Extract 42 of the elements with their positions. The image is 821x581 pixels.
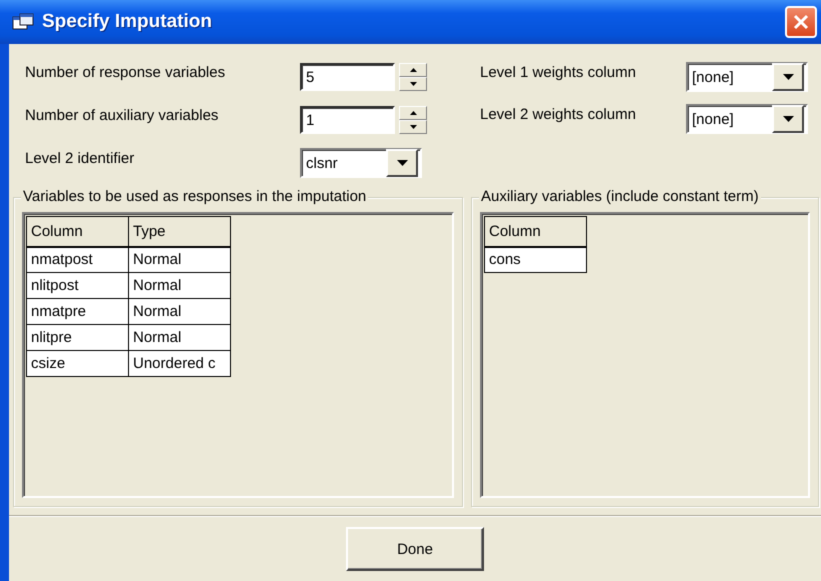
spin-down-button[interactable] [399,77,427,91]
spin-up-button[interactable] [399,63,427,77]
column-header[interactable]: Column [26,216,128,246]
table-cell: csize [26,350,128,376]
table-cell: nlitpost [26,272,128,298]
column-header[interactable]: Type [128,216,230,246]
field-label: Level 2 identifier [25,149,136,167]
table-cell: nmatpre [26,298,128,324]
done-button[interactable]: Done [346,527,484,571]
table-cell: Normal [128,298,230,324]
table-cell: nlitpre [26,324,128,350]
spin-down-button[interactable] [399,120,427,134]
field-label: Level 1 weights column [480,63,637,81]
close-button[interactable] [785,6,817,38]
table-cell: Unordered c [128,350,230,376]
spin-up-button[interactable] [399,106,427,120]
table-cell: nmatpost [26,246,128,272]
dropdown-arrow-icon [782,74,794,80]
table-cell: Normal [128,324,230,350]
group-title: Variables to be used as responses in the imputation [21,188,368,205]
table-cell: cons [484,246,586,272]
group-title: Auxiliary variables (include constant term) [479,188,761,205]
number-field[interactable]: 1 [300,106,395,134]
field-label: Number of auxiliary variables [25,106,220,124]
window-icon [12,13,34,31]
spin-arrow-icon [410,125,416,129]
column-header[interactable]: Column [484,216,586,246]
window-title: Specify Imputation [42,11,213,33]
dropdown[interactable]: [none] [686,62,808,92]
spin-arrow-icon [410,82,416,86]
field-label: Level 2 weights column [480,105,637,123]
table-cell: Normal [128,272,230,298]
dropdown-arrow-icon [396,160,408,166]
spin-arrow-icon [410,111,416,115]
close-icon [792,13,810,31]
dropdown[interactable]: [none] [686,104,808,134]
number-field[interactable]: 5 [300,63,395,91]
spin-arrow-icon [410,68,416,72]
field-label: Number of response variables [25,63,226,81]
table-cell: Normal [128,246,230,272]
dropdown[interactable]: clsnr [300,148,422,178]
dropdown-arrow-icon [782,116,794,122]
